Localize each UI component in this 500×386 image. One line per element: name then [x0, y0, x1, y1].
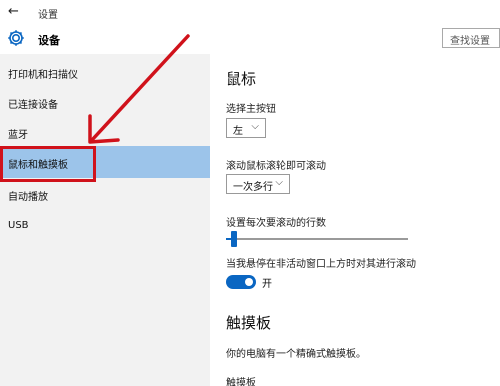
scroll-lines-slider-thumb[interactable] [231, 231, 238, 247]
primary-button-value: 左 [233, 126, 243, 137]
primary-button-dropdown[interactable]: 左 ⌵ [226, 118, 266, 138]
back-arrow-icon[interactable]: ← [8, 4, 19, 19]
window-title: 设置 [38, 10, 58, 21]
toggle-knob [245, 278, 253, 286]
page-header: 设备 查找设置 [0, 24, 500, 54]
gear-icon [8, 30, 24, 46]
sidebar-item-connected-devices[interactable]: 已连接设备 [0, 86, 210, 118]
scroll-lines-slider-track[interactable] [226, 238, 408, 240]
sidebar: 打印机和扫描仪 已连接设备 蓝牙 鼠标和触摸板 自动播放 USB [0, 54, 210, 386]
primary-button-label: 选择主按钮 [226, 104, 276, 115]
settings-content: 鼠标 选择主按钮 左 ⌵ 滚动鼠标滚轮即可滚动 一次多行 ⌵ 设置每次要滚动的行… [210, 54, 500, 386]
annotation-highlight-box [0, 146, 96, 182]
sidebar-item-printers-scanners[interactable]: 打印机和扫描仪 [0, 56, 210, 88]
inactive-scroll-label: 当我悬停在非活动窗口上方时对其进行滚动 [226, 259, 416, 270]
search-input[interactable]: 查找设置 [442, 28, 500, 48]
wheel-scroll-label: 滚动鼠标滚轮即可滚动 [226, 161, 326, 172]
chevron-down-icon: ⌵ [251, 121, 259, 132]
scroll-lines-label: 设置每次要滚动的行数 [226, 218, 326, 229]
page-title: 设备 [38, 34, 60, 47]
sidebar-item-bluetooth[interactable]: 蓝牙 [0, 116, 210, 148]
mouse-heading: 鼠标 [226, 70, 257, 88]
touchpad-subheading: 触摸板 [226, 378, 256, 386]
inactive-scroll-state: 开 [262, 279, 272, 290]
sidebar-item-usb[interactable]: USB [0, 210, 210, 242]
chevron-down-icon: ⌵ [275, 177, 283, 188]
wheel-scroll-dropdown[interactable]: 一次多行 ⌵ [226, 174, 290, 194]
touchpad-description: 你的电脑有一个精确式触摸板。 [226, 349, 366, 360]
wheel-scroll-value: 一次多行 [233, 182, 273, 193]
touchpad-heading: 触摸板 [226, 314, 272, 332]
inactive-scroll-toggle[interactable] [226, 275, 256, 289]
window-title-bar: ← 设置 [0, 0, 500, 24]
sidebar-item-autoplay[interactable]: 自动播放 [0, 178, 210, 210]
